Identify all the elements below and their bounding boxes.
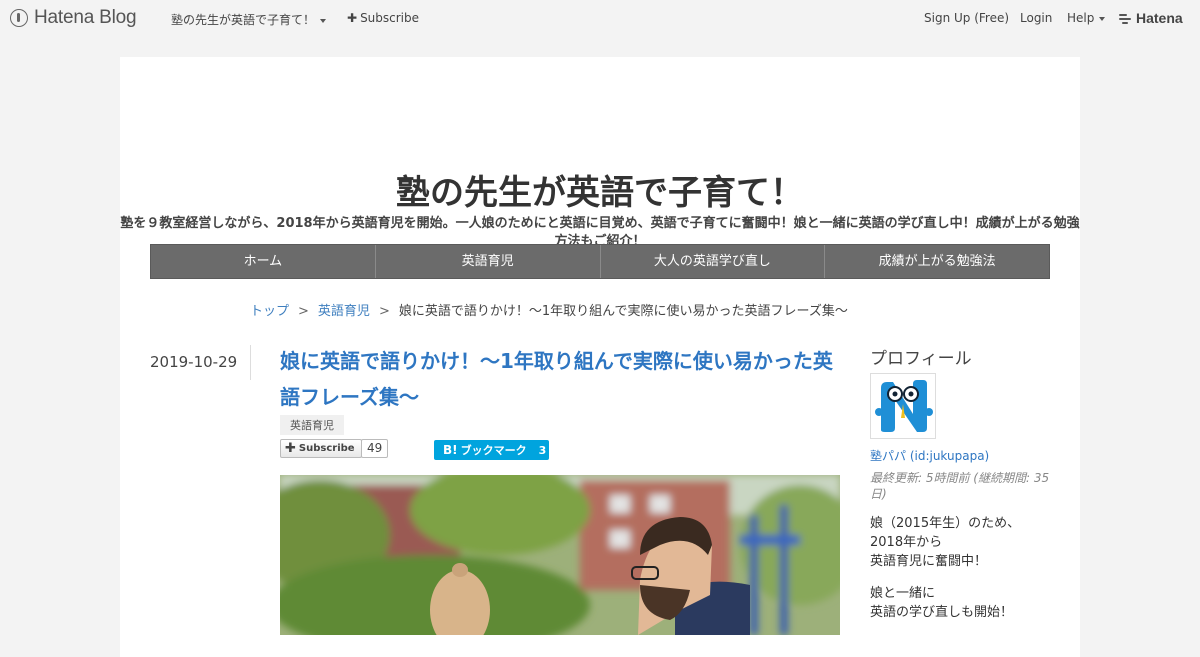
help-menu[interactable]: Help: [1067, 11, 1106, 25]
profile-text-2: 娘と一緒に 英語の学び直しも開始！: [870, 584, 1050, 622]
entry-photo: [280, 475, 840, 635]
profile-line: 英語の学び直しも開始！: [870, 605, 1014, 620]
hatena-bookmark-button[interactable]: B! ブックマーク 3: [434, 440, 549, 460]
profile-line: 英語育児に奮闘中！: [870, 554, 988, 569]
blog-title[interactable]: 塾の先生が英語で子育て！: [120, 165, 1080, 214]
breadcrumb-current: 娘に英語で語りかけ！～1年取り組んで実際に使い易かった英語フレーズ集～: [398, 304, 848, 319]
global-header: Hatena Blog 塾の先生が英語で子育て！ ✚ Subscribe Sign…: [0, 0, 1200, 36]
signup-link[interactable]: Sign Up (Free): [924, 11, 1009, 25]
plus-icon: ✚: [285, 441, 296, 456]
help-label: Help: [1067, 11, 1095, 25]
profile-line: 娘（2015年生）のため、: [870, 516, 1021, 531]
hatena-logo-icon: [1119, 13, 1133, 24]
blog-name-menu[interactable]: 塾の先生が英語で子育て！: [171, 11, 327, 28]
entry-subscribe-button[interactable]: ✚ Subscribe: [280, 439, 362, 458]
blog-name-label: 塾の先生が英語で子育て！: [171, 13, 316, 27]
entry-category-tag[interactable]: 英語育児: [280, 415, 344, 435]
hatena-label: Hatena: [1136, 10, 1183, 26]
sidebar-profile-heading: プロフィール: [870, 349, 972, 369]
breadcrumb-top[interactable]: トップ: [250, 304, 289, 319]
subscribe-count: 49: [361, 439, 389, 458]
breadcrumb-separator: >: [298, 304, 309, 319]
date-divider: [250, 345, 251, 380]
bookmark-count: 3: [538, 443, 547, 457]
profile-line: 2018年から: [870, 535, 943, 550]
profile-line: 娘と一緒に: [870, 586, 936, 601]
nav-item-adult-english[interactable]: 大人の英語学び直し: [601, 245, 826, 278]
profile-avatar[interactable]: [870, 373, 936, 439]
bookmark-icon: B!: [443, 443, 458, 457]
nav-item-home[interactable]: ホーム: [151, 245, 376, 278]
nav-item-english-parenting[interactable]: 英語育児: [376, 245, 601, 278]
hatena-blog-logo-icon: [10, 9, 28, 27]
breadcrumb: トップ > 英語育児 > 娘に英語で語りかけ！～1年取り組んで実際に使い易かった英語フレ…: [250, 300, 848, 319]
bookmark-label: ブックマーク: [460, 444, 527, 457]
nav-item-study-method[interactable]: 成績が上がる勉強法: [825, 245, 1049, 278]
subscribe-label: Subscribe: [360, 11, 420, 25]
logo-text: Hatena Blog: [34, 7, 137, 28]
breadcrumb-separator: >: [378, 304, 390, 319]
login-link[interactable]: Login: [1020, 11, 1052, 25]
chevron-down-icon: [320, 18, 327, 23]
plus-icon: ✚: [347, 11, 358, 25]
hatena-blog-logo[interactable]: Hatena Blog: [10, 7, 137, 29]
profile-text-1: 娘（2015年生）のため、 2018年から 英語育児に奮闘中！: [870, 514, 1050, 571]
chevron-down-icon: [1099, 16, 1106, 21]
entry-title[interactable]: 娘に英語で語りかけ！～1年取り組んで実際に使い易かった英語フレーズ集～: [280, 343, 840, 415]
global-nav: ホーム 英語育児 大人の英語学び直し 成績が上がる勉強法: [150, 244, 1050, 279]
entry-date[interactable]: 2019-10-29: [150, 353, 237, 371]
profile-name-link[interactable]: 塾パパ (id:jukupapa): [870, 447, 989, 464]
hatena-logo[interactable]: Hatena: [1119, 10, 1183, 26]
avatar-image: [871, 374, 935, 438]
profile-meta: 最終更新: 5時間前 (継続期間: 35日): [870, 471, 1050, 501]
breadcrumb-category[interactable]: 英語育児: [318, 304, 370, 319]
subscribe-link[interactable]: ✚ Subscribe: [347, 11, 419, 25]
entry-subscribe-label: Subscribe: [298, 443, 355, 454]
